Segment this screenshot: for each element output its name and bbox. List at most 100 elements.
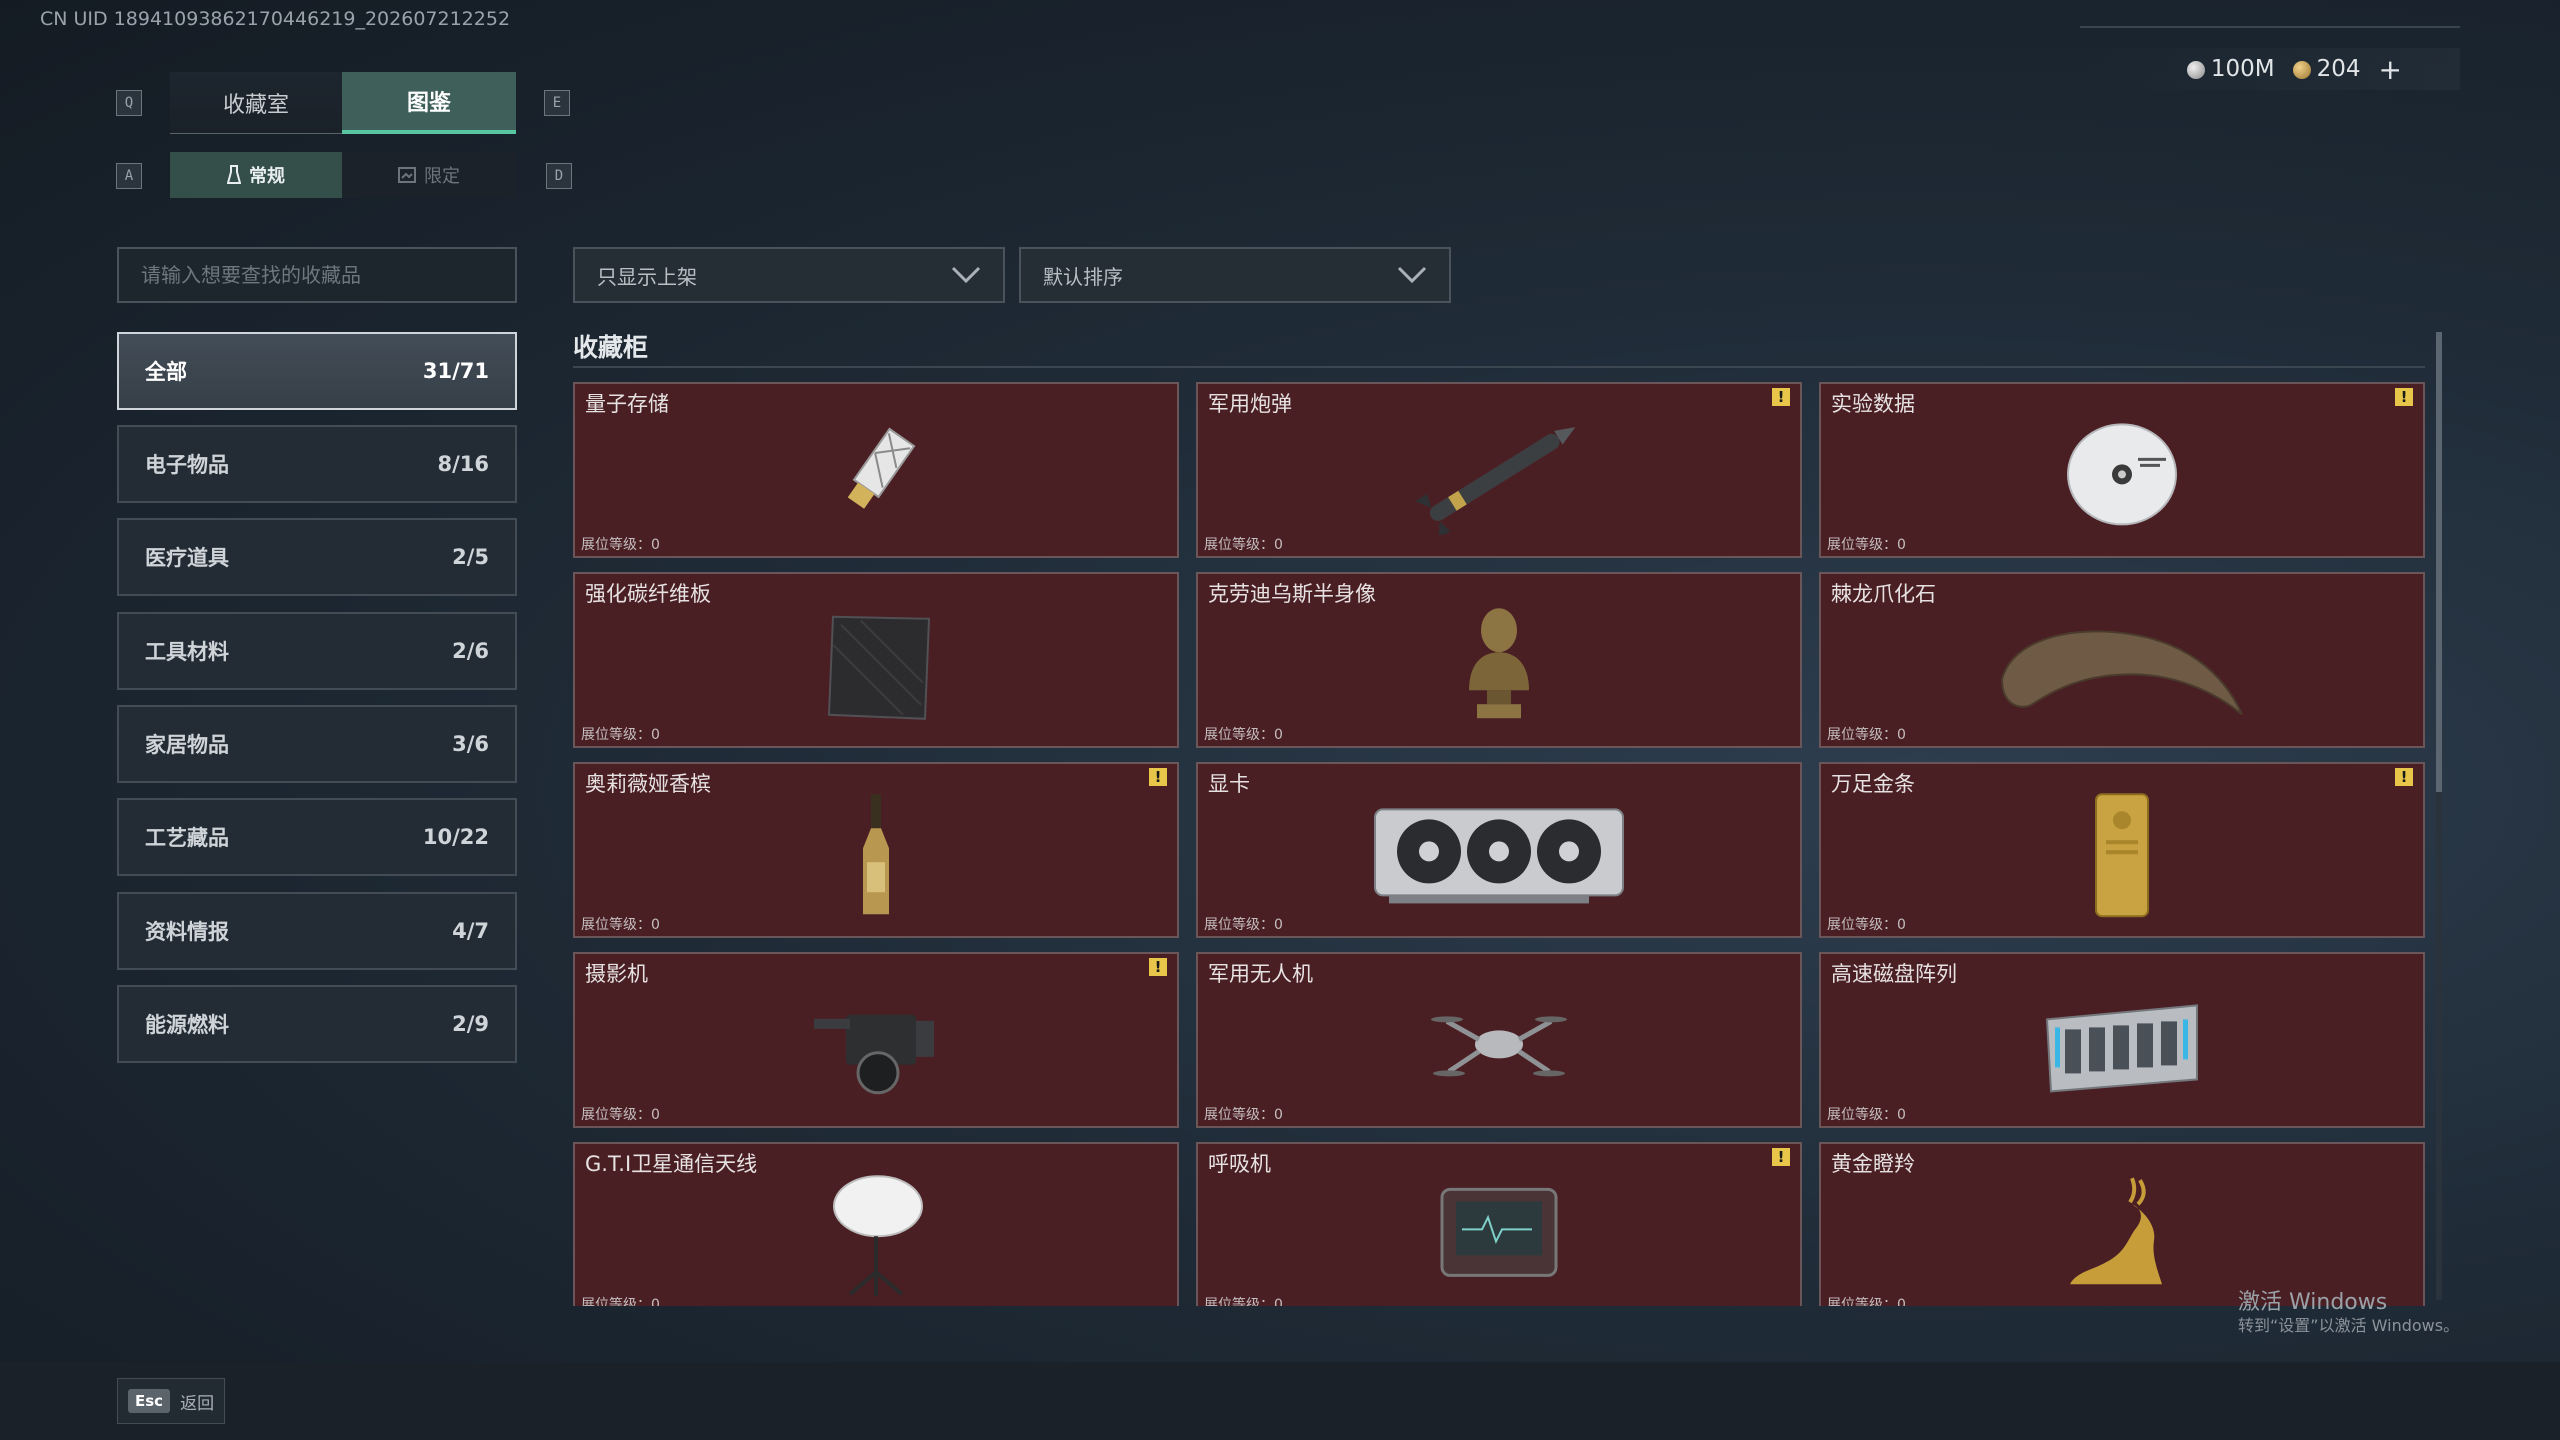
shelf-filter-dropdown[interactable]: 只显示上架 (573, 247, 1005, 303)
category-label: 电子物品 (145, 453, 229, 477)
key-hint-d: D (546, 163, 572, 189)
tab-codex[interactable]: 图鉴 (342, 72, 516, 134)
item-level: 展位等级：0 (1204, 727, 1283, 743)
section-title: 收藏柜 (573, 333, 649, 362)
limited-icon (398, 167, 416, 183)
currency-panel: 100M 204 + (2080, 48, 2460, 90)
item-name: 呼吸机 (1208, 1152, 1271, 1176)
category-tools[interactable]: 工具材料 2/6 (117, 612, 517, 690)
subtab-regular-label: 常规 (249, 166, 285, 187)
gazelle-icon (2070, 1177, 2162, 1285)
category-label: 资料情报 (145, 920, 229, 944)
item-name: 克劳迪乌斯半身像 (1208, 582, 1376, 606)
silver-coin-icon (2186, 60, 2205, 79)
category-label: 全部 (145, 360, 187, 384)
scrollbar-thumb[interactable] (2436, 332, 2442, 792)
item-card[interactable]: 呼吸机 ! 展位等级：0 (1196, 1142, 1802, 1306)
item-level: 展位等级：0 (1204, 537, 1283, 553)
search-input[interactable] (117, 247, 517, 303)
chevron-down-icon (1397, 266, 1427, 284)
sort-value: 默认排序 (1043, 264, 1123, 289)
item-card[interactable]: 军用无人机 展位等级：0 (1196, 952, 1802, 1128)
category-intel[interactable]: 资料情报 4/7 (117, 892, 517, 970)
back-label: 返回 (180, 1393, 215, 1414)
chevron-down-icon (951, 266, 981, 284)
category-count: 2/6 (452, 639, 489, 663)
key-hint-a: A (116, 163, 142, 189)
category-all[interactable]: 全部 31/71 (117, 332, 517, 410)
category-count: 10/22 (422, 825, 489, 849)
item-level: 展位等级：0 (1827, 1297, 1906, 1306)
subtab-limited[interactable]: 限定 (342, 152, 516, 198)
shelf-filter-value: 只显示上架 (597, 264, 697, 289)
gold-currency: 204 (2292, 56, 2361, 82)
back-button[interactable]: Esc 返回 (117, 1378, 226, 1424)
gold-coin-icon (2292, 60, 2311, 79)
add-currency-button[interactable]: + (2379, 53, 2402, 86)
item-card[interactable]: 军用炮弹 ! 展位等级：0 (1196, 382, 1802, 558)
item-name: 军用炮弹 (1208, 392, 1292, 416)
silver-currency: 100M (2186, 56, 2275, 82)
champagne-icon (863, 794, 889, 915)
warning-badge: ! (1149, 958, 1167, 976)
missile-icon (1415, 427, 1576, 535)
category-household[interactable]: 家居物品 3/6 (117, 705, 517, 783)
item-name: 黄金瞪羚 (1831, 1152, 1915, 1176)
category-count: 2/9 (452, 1012, 489, 1036)
warning-badge: ! (1149, 768, 1167, 786)
warning-badge: ! (2395, 388, 2413, 406)
subtab-limited-label: 限定 (424, 166, 460, 187)
item-level: 展位等级：0 (581, 1297, 660, 1306)
ventilator-icon (1440, 1187, 1558, 1277)
item-card[interactable]: 棘龙爪化石 展位等级：0 (1819, 572, 2425, 748)
item-card[interactable]: 万足金条 ! 展位等级：0 (1819, 762, 2425, 938)
uid-label: CN UID 18941093862170446219_202607212252 (40, 8, 511, 30)
category-label: 家居物品 (145, 733, 229, 757)
item-card[interactable]: 量子存储 展位等级：0 (573, 382, 1179, 558)
silver-amount: 100M (2210, 56, 2275, 82)
category-label: 工具材料 (145, 640, 229, 664)
usb-drive-icon (847, 427, 916, 509)
item-card[interactable]: 摄影机 ! 展位等级：0 (573, 952, 1179, 1128)
claw-fossil-icon (2000, 630, 2243, 716)
item-name: 实验数据 (1831, 392, 1915, 416)
warning-badge: ! (1772, 1148, 1790, 1166)
item-name: 高速磁盘阵列 (1831, 962, 1957, 986)
category-energy[interactable]: 能源燃料 2/9 (117, 985, 517, 1063)
item-name: 摄影机 (585, 962, 648, 986)
category-electronics[interactable]: 电子物品 8/16 (117, 425, 517, 503)
disk-array-icon (2045, 1004, 2198, 1093)
item-card[interactable]: 奥莉薇娅香槟 ! 展位等级：0 (573, 762, 1179, 938)
category-medical[interactable]: 医疗道具 2/5 (117, 518, 517, 596)
item-card[interactable]: 强化碳纤维板 展位等级：0 (573, 572, 1179, 748)
item-name: 强化碳纤维板 (585, 582, 711, 606)
item-card[interactable]: 黄金瞪羚 展位等级：0 (1819, 1142, 2425, 1306)
category-count: 31/71 (422, 359, 489, 383)
flask-icon (227, 165, 241, 184)
tab-collection-room[interactable]: 收藏室 (170, 72, 342, 134)
item-level: 展位等级：0 (581, 917, 660, 933)
item-card[interactable]: 显卡 展位等级：0 (1196, 762, 1802, 938)
camera-icon (814, 1014, 934, 1095)
subtab-regular[interactable]: 常规 (170, 152, 342, 198)
item-name: 显卡 (1208, 772, 1250, 796)
item-name: G.T.I卫星通信天线 (585, 1152, 758, 1176)
category-count: 4/7 (452, 919, 489, 943)
sort-dropdown[interactable]: 默认排序 (1019, 247, 1451, 303)
category-crafts[interactable]: 工艺藏品 10/22 (117, 798, 517, 876)
key-hint-q: Q (116, 90, 142, 116)
item-level: 展位等级：0 (581, 727, 660, 743)
item-card[interactable]: 克劳迪乌斯半身像 展位等级：0 (1196, 572, 1802, 748)
graphics-card-icon (1374, 808, 1624, 904)
top-divider (2080, 26, 2460, 28)
carbon-plate-icon (827, 615, 931, 720)
category-count: 8/16 (437, 452, 489, 476)
item-name: 军用无人机 (1208, 962, 1313, 986)
item-level: 展位等级：0 (1827, 917, 1906, 933)
item-card[interactable]: 高速磁盘阵列 展位等级：0 (1819, 952, 2425, 1128)
warning-badge: ! (2395, 768, 2413, 786)
bust-icon (1469, 608, 1529, 719)
satellite-dish-icon (833, 1175, 923, 1297)
item-card[interactable]: G.T.I卫星通信天线 展位等级：0 (573, 1142, 1179, 1306)
item-card[interactable]: 实验数据 ! 展位等级：0 (1819, 382, 2425, 558)
